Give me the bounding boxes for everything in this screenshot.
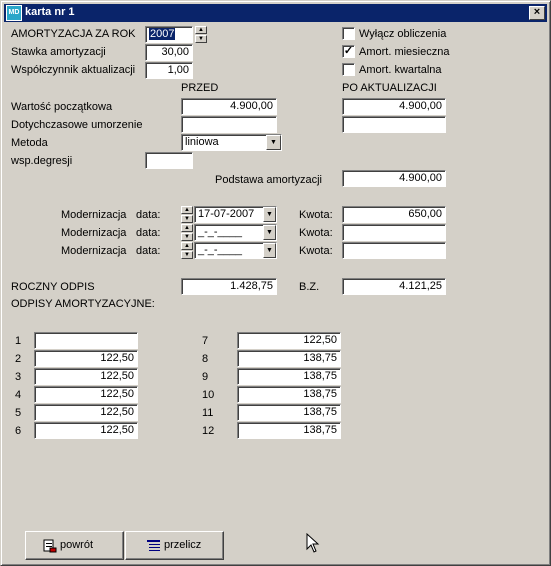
month-field[interactable]: 122,50 [34,404,138,421]
kwartalna-checkbox[interactable] [342,63,355,76]
rok-spinner[interactable]: ▲ ▼ [195,26,207,43]
chevron-down-icon[interactable]: ▼ [263,207,276,222]
month-num: 8 [202,353,209,365]
date-spinner[interactable]: ▲ ▼ [181,224,193,241]
odpisy-label: ODPISY AMORTYZACYJNE: [11,298,155,310]
powrot-label: powrót [60,539,94,551]
podstawa-field[interactable]: 4.900,00 [342,170,446,187]
modernizacja-data-label: data: [136,227,161,239]
month-num: 5 [15,407,22,419]
przelicz-label: przelicz [164,539,202,551]
month-field[interactable]: 138,75 [237,368,341,385]
list-calc-icon [146,538,162,554]
kwartalna-label: Amort. kwartalna [359,64,442,76]
wylacz-checkbox[interactable] [342,27,355,40]
modernizacja-label: Modernizacja [61,209,127,221]
rok-label: AMORTYZACJA ZA ROK [11,28,136,40]
chevron-down-icon[interactable]: ▼ [263,225,276,240]
month-field[interactable]: 122,50 [34,422,138,439]
title-bar[interactable]: MD karta nr 1 × [4,4,547,22]
przelicz-button[interactable]: przelicz [125,531,224,560]
degresji-label: wsp.degresji [11,155,73,167]
month-field[interactable] [34,332,138,349]
stawka-field[interactable]: 30,00 [145,44,193,61]
month-field[interactable]: 138,75 [237,422,341,439]
wartosc-label: Wartość początkowa [11,101,113,113]
month-num: 7 [202,335,209,347]
printer-back-icon [42,538,58,554]
date-spinner[interactable]: ▲ ▼ [181,242,193,259]
modernizacja-data-label: data: [136,245,161,257]
date-spinner[interactable]: ▲ ▼ [181,206,193,223]
umorzenie-label: Dotychczasowe umorzenie [11,119,143,131]
wartosc-przed-field[interactable]: 4.900,00 [181,98,277,115]
roczny-odpis-label: ROCZNY ODPIS [11,281,95,293]
metoda-label: Metoda [11,137,48,149]
degresji-field[interactable] [145,152,193,169]
month-field[interactable]: 122,50 [34,368,138,385]
miesieczna-label: Amort. miesieczna [359,46,450,58]
kwota-label: Kwota: [299,245,333,257]
month-num: 4 [15,389,22,401]
bz-field[interactable]: 4.121,25 [342,278,446,295]
kwota-label: Kwota: [299,209,333,221]
wsp-label: Współczynnik aktualizacji [11,64,136,76]
chevron-down-icon[interactable]: ▼ [266,135,281,150]
month-num: 12 [202,425,215,437]
month-field[interactable]: 122,50 [34,350,138,367]
month-field[interactable]: 122,50 [237,332,341,349]
spin-down-icon[interactable]: ▼ [181,215,193,223]
month-field[interactable]: 122,50 [34,386,138,403]
kwota-field[interactable] [342,242,446,259]
rok-field[interactable]: 2007 [145,26,193,43]
modernizacja-data-label: data: [136,209,161,221]
po-aktualizacji-header: PO AKTUALIZACJI [342,82,437,94]
kwota-label: Kwota: [299,227,333,239]
month-field[interactable]: 138,75 [237,386,341,403]
modernizacja-label: Modernizacja [61,227,127,239]
app-icon: MD [6,5,22,21]
spin-up-icon[interactable]: ▲ [181,242,193,250]
kwota-field[interactable]: 650,00 [342,206,446,223]
wartosc-po-field[interactable]: 4.900,00 [342,98,446,115]
month-num: 3 [15,371,22,383]
window: MD karta nr 1 × AMORTYZACJA ZA ROK 2007 … [0,0,551,566]
spin-down-icon[interactable]: ▼ [181,251,193,259]
mouse-cursor-icon [306,533,320,553]
month-field[interactable]: 138,75 [237,350,341,367]
spin-down-icon[interactable]: ▼ [181,233,193,241]
umorzenie-po-field[interactable] [342,116,446,133]
roczny-odpis-field[interactable]: 1.428,75 [181,278,277,295]
modernizacja-label: Modernizacja [61,245,127,257]
miesieczna-checkbox[interactable]: ✓ [342,45,355,58]
wsp-field[interactable]: 1,00 [145,62,193,79]
month-num: 1 [15,335,22,347]
powrot-button[interactable]: powrót [25,531,124,560]
spin-up-icon[interactable]: ▲ [181,224,193,232]
spin-up-icon[interactable]: ▲ [181,206,193,214]
month-field[interactable]: 138,75 [237,404,341,421]
month-num: 9 [202,371,209,383]
podstawa-label: Podstawa amortyzacji [215,174,322,186]
spin-down-icon[interactable]: ▼ [195,35,207,43]
month-num: 2 [15,353,22,365]
przed-header: PRZED [181,82,219,94]
window-title: karta nr 1 [25,6,75,18]
bz-label: B.Z. [299,281,320,293]
spin-up-icon[interactable]: ▲ [195,26,207,34]
month-num: 11 [202,407,214,419]
close-button[interactable]: × [529,6,545,20]
umorzenie-przed-field[interactable] [181,116,277,133]
wylacz-label: Wyłącz obliczenia [359,28,447,40]
month-num: 6 [15,425,22,437]
stawka-label: Stawka amortyzacji [11,46,106,58]
month-num: 10 [202,389,215,401]
rok-value: 2007 [149,28,176,40]
chevron-down-icon[interactable]: ▼ [263,243,276,258]
kwota-field[interactable] [342,224,446,241]
